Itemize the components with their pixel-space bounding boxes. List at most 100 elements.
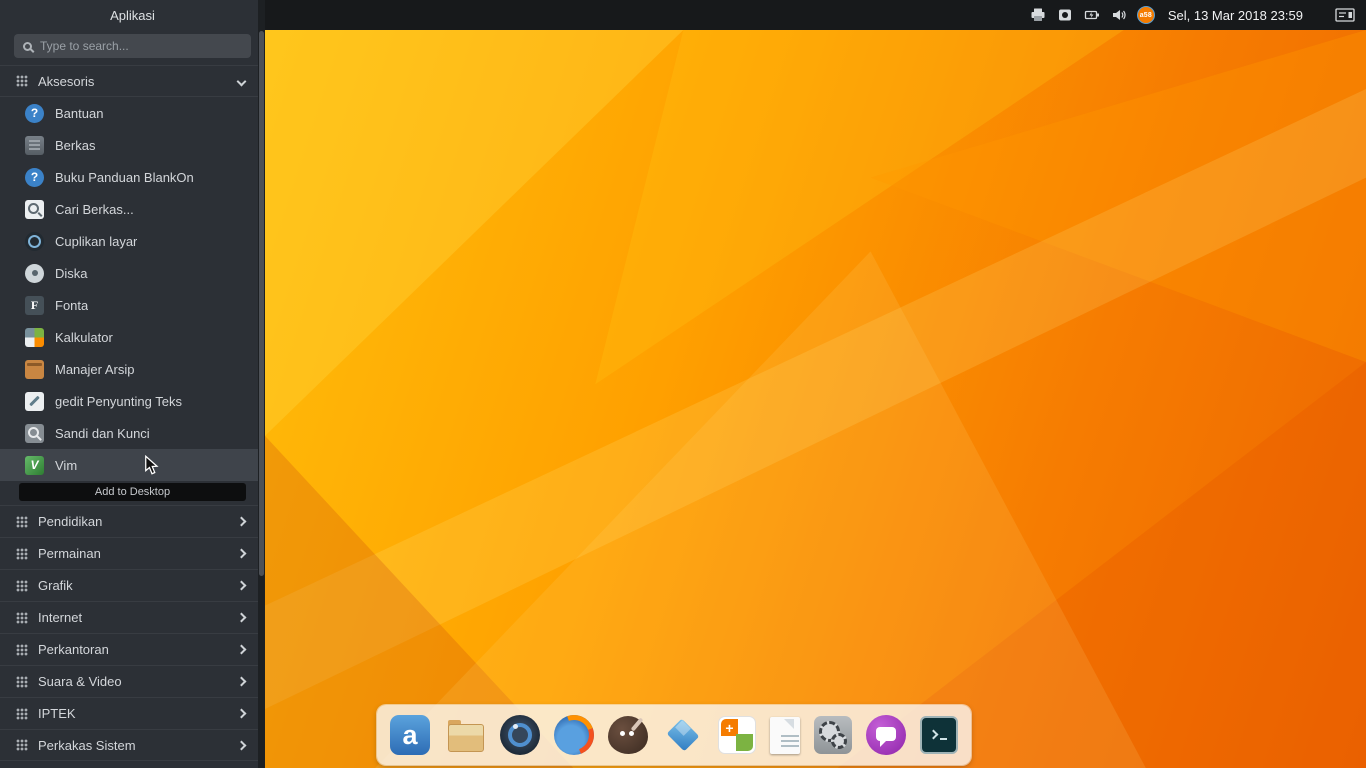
category-label: Grafik [38,578,228,593]
app-label: Buku Panduan BlankOn [55,170,194,185]
search-icon [23,42,32,51]
screenshot-icon [25,232,44,251]
dock-settings-icon[interactable] [814,716,852,754]
app-menu-item[interactable]: Cuplikan layar [0,225,265,257]
app-menu-item[interactable]: Cari Berkas... [0,193,265,225]
chevron-right-icon [237,740,247,750]
chevron-right-icon [237,645,247,655]
app-label: Fonta [55,298,88,313]
app-label: Kalkulator [55,330,113,345]
archive-icon [25,360,44,379]
chevron-right-icon [237,677,247,687]
keys-icon [25,424,44,443]
category-grid-icon [16,516,28,528]
category-list: Pendidikan Permainan Grafik Internet Per… [0,505,265,761]
app-menu-item[interactable]: gedit Penyunting Teks [0,385,265,417]
category-grid-icon [16,612,28,624]
chevron-right-icon [237,581,247,591]
sidebar-scrollbar[interactable] [258,0,265,768]
dock-gimp-icon[interactable] [608,716,648,754]
app-label: Cari Berkas... [55,202,134,217]
dock-chat-icon[interactable] [866,715,906,755]
chevron-right-icon [237,613,247,623]
dock [377,705,971,765]
app-menu-item[interactable]: Vim [0,449,265,481]
category-label: Aksesoris [38,74,228,89]
help-icon [25,104,44,123]
category-grid-icon [16,739,28,751]
category-label: Perkantoran [38,642,228,657]
dock-launcher-icon[interactable] [390,715,430,755]
category-grid-icon [16,708,28,720]
dock-calculator-icon[interactable] [718,716,756,754]
app-label: Berkas [55,138,95,153]
app-label: Diska [55,266,88,281]
dock-terminal-icon[interactable] [920,716,958,754]
add-to-desktop-tooltip[interactable]: Add to Desktop [19,483,246,501]
category-label: Suara & Video [38,674,228,689]
scrollbar-thumb[interactable] [259,31,264,576]
gedit-icon [25,392,44,411]
category-item[interactable]: Perkantoran [0,633,265,665]
clock[interactable]: Sel, 13 Mar 2018 23:59 [1168,8,1303,23]
dock-camera-icon[interactable] [500,715,540,755]
category-grid-icon [16,676,28,688]
dock-document-icon[interactable] [770,717,800,754]
app-label: Sandi dan Kunci [55,426,150,441]
app-label: Bantuan [55,106,103,121]
calculator-icon [25,328,44,347]
top-panel: a58 Sel, 13 Mar 2018 23:59 [265,0,1366,30]
app-menu-item[interactable]: Sandi dan Kunci [0,417,265,449]
category-label: Internet [38,610,228,625]
category-label: Pendidikan [38,514,228,529]
app-menu-item[interactable]: Buku Panduan BlankOn [0,161,265,193]
app-menu-item[interactable]: Bantuan [0,97,265,129]
category-grid-icon [16,580,28,592]
search-files-icon [25,200,44,219]
category-item[interactable]: Pendidikan [0,505,265,537]
category-item[interactable]: Suara & Video [0,665,265,697]
handbook-icon [25,168,44,187]
app-menu-item[interactable]: Berkas [0,129,265,161]
category-grid-icon [16,75,28,87]
dock-draw-icon[interactable] [662,714,704,756]
fonts-icon [25,296,44,315]
app-label: gedit Penyunting Teks [55,394,182,409]
chevron-right-icon [237,709,247,719]
category-item[interactable]: Perkakas Sistem [0,729,265,761]
search-input[interactable] [40,39,242,53]
category-item[interactable]: Internet [0,601,265,633]
category-item[interactable]: IPTEK [0,697,265,729]
battery-icon[interactable] [1083,6,1101,24]
category-item-aksesoris[interactable]: Aksesoris [0,65,265,97]
category-item[interactable]: Grafik [0,569,265,601]
app-menu-item[interactable]: Kalkulator [0,321,265,353]
desktop-wallpaper[interactable] [265,30,1366,768]
chevron-down-icon [237,76,247,86]
desktop-screen: a58 Sel, 13 Mar 2018 23:59 Aplikasi Akse… [0,0,1366,768]
volume-icon[interactable] [1110,6,1128,24]
app-menu-item[interactable]: Fonta [0,289,265,321]
app-label: Manajer Arsip [55,362,134,377]
app-menu-item[interactable]: Manajer Arsip [0,353,265,385]
dock-filemanager-icon[interactable] [444,714,486,756]
indicator-badge-icon[interactable]: a58 [1137,6,1155,24]
app-label: Cuplikan layar [55,234,137,249]
printer-icon[interactable] [1029,6,1047,24]
app-menu-item[interactable]: Diska [0,257,265,289]
search-box[interactable] [14,34,251,58]
category-label: Permainan [38,546,228,561]
category-item[interactable]: Permainan [0,537,265,569]
category-label: IPTEK [38,706,228,721]
disks-icon [25,264,44,283]
category-grid-icon [16,644,28,656]
workspaces-icon[interactable] [1334,6,1356,24]
chevron-right-icon [237,549,247,559]
dock-browser-icon[interactable] [554,715,594,755]
app-label: Vim [55,458,77,473]
app-menu-panel: Aplikasi Aksesoris Bantuan Berkas Buku P… [0,0,265,768]
system-tray: a58 [1029,6,1155,24]
app-list: Bantuan Berkas Buku Panduan BlankOn Cari… [0,97,265,481]
media-player-icon[interactable] [1056,6,1074,24]
panel-title: Aplikasi [0,0,265,30]
